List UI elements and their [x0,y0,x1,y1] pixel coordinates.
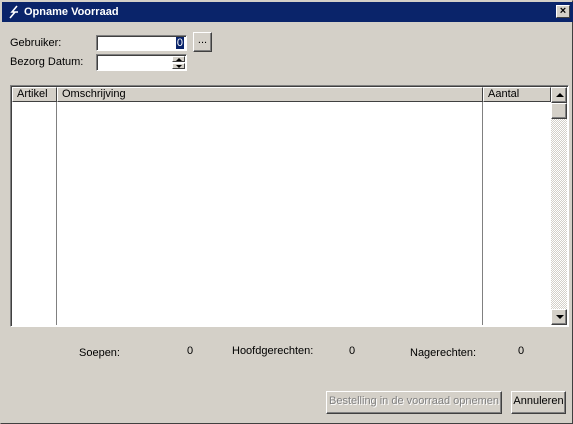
gebruiker-input[interactable]: 0 [96,35,187,51]
artikel-grid[interactable]: Artikel Omschrijving Aantal [10,85,569,327]
soepen-count: 0 [187,345,194,357]
close-button[interactable]: × [556,5,570,18]
scroll-up-arrow-icon [556,93,564,97]
bezorg-datum-input[interactable] [96,54,187,71]
arrow-up-icon [176,58,182,61]
scroll-down-arrow-icon [556,315,564,319]
column-header-artikel[interactable]: Artikel [12,87,57,102]
bezorg-datum-label: Bezorg Datum: [10,56,84,68]
hoofdgerechten-count: 0 [349,345,356,357]
gebruiker-label: Gebruiker: [10,37,62,49]
soepen-label: Soepen: [79,347,120,359]
annuleren-button[interactable]: Annuleren [511,391,566,414]
bestelling-opnemen-button[interactable]: Bestelling in de voorraad opnemen [326,391,502,414]
column-header-omschrijving[interactable]: Omschrijving [57,87,483,102]
vertical-scrollbar[interactable] [551,87,567,325]
nagerechten-count: 0 [518,345,525,357]
opname-voorraad-dialog: Opname Voorraad × Gebruiker: 0 ... Bezor… [0,0,573,424]
column-divider [56,102,57,325]
scroll-up-button[interactable] [551,87,567,103]
spin-down-button[interactable] [172,63,185,69]
app-arrow-icon [9,5,18,19]
column-divider [482,102,483,325]
column-header-aantal[interactable]: Aantal [483,87,551,102]
hoofdgerechten-label: Hoofdgerechten: [232,345,314,357]
window-title: Opname Voorraad [24,6,119,18]
scroll-down-button[interactable] [551,309,567,325]
nagerechten-label: Nagerechten: [410,347,477,359]
title-bar[interactable]: Opname Voorraad × [2,2,573,22]
spin-up-button[interactable] [172,56,185,62]
scroll-thumb[interactable] [551,103,567,119]
gebruiker-value: 0 [175,37,184,49]
date-spinner[interactable] [172,56,185,69]
browse-user-button[interactable]: ... [193,32,212,52]
arrow-down-icon [176,65,182,68]
